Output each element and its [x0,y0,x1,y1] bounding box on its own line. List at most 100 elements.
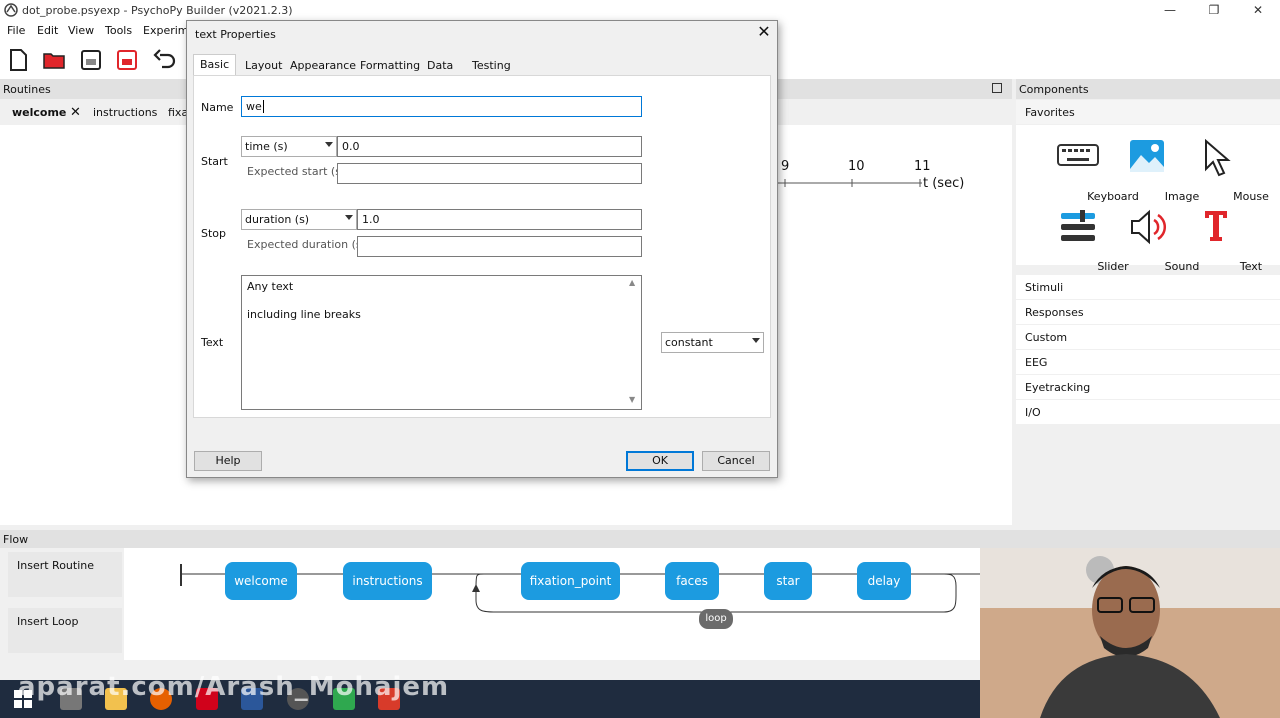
watermark-logo: aparat.com/Arash_Mohajem [18,672,450,702]
flow-node-faces[interactable]: faces [665,562,719,600]
component-image[interactable]: Image [1112,139,1199,203]
close-tab-icon[interactable]: ✕ [70,105,81,120]
component-sound[interactable]: Sound [1112,209,1199,273]
flow-node-fixation-point[interactable]: fixation_point [521,562,620,600]
dialog-close-icon[interactable]: ✕ [755,24,773,42]
name-input[interactable]: we [241,96,642,117]
menu-view[interactable]: View [68,24,94,37]
name-label: Name [201,101,234,114]
timeline-tick-11: 11 [914,159,931,174]
text-label: Text [1239,260,1263,273]
tab-formatting[interactable]: Formatting [354,56,426,76]
tab-layout[interactable]: Layout [239,56,288,76]
menu-file[interactable]: File [7,24,25,37]
start-type-select[interactable]: time (s) [241,136,337,157]
flow-buttons: Insert Routine Insert Loop [0,548,124,660]
stop-value-input[interactable]: 1.0 [357,209,642,230]
component-keyboard[interactable]: Keyboard [1043,139,1139,203]
chevron-down-icon [752,338,760,343]
keyboard-icon [1057,144,1099,166]
text-textarea[interactable]: Any text including line breaks ▲ ▼ [241,275,642,410]
menu-tools[interactable]: Tools [105,24,132,37]
timeline-tick-10: 10 [848,159,865,174]
text-properties-dialog: text Properties ✕ Basic Layout Appearanc… [186,20,778,478]
name-input-value: we [246,100,262,113]
timeline-axis-label: t (sec) [923,176,965,191]
tab-appearance[interactable]: Appearance [284,56,362,76]
routines-header-label: Routines [3,83,51,96]
text-line-1: Any text [247,280,294,293]
mouse-icon [1205,139,1231,177]
text-cursor [262,100,264,113]
save-as-icon[interactable] [114,47,140,73]
favorites-label: Favorites [1025,106,1075,119]
components-panel: Components Favorites Keyboard Image Mous… [1016,79,1280,525]
scroll-up-icon[interactable]: ▲ [629,278,635,287]
save-icon[interactable] [78,47,104,73]
help-button[interactable]: Help [194,451,262,471]
insert-routine-button[interactable]: Insert Routine [8,552,122,597]
component-text[interactable]: Text [1181,209,1262,273]
category-custom[interactable]: Custom [1016,325,1280,350]
mouse-label: Mouse [1233,190,1269,203]
component-mouse[interactable]: Mouse [1181,139,1269,203]
undo-icon[interactable] [152,47,178,73]
stop-label: Stop [201,227,227,240]
stop-type-select[interactable]: duration (s) [241,209,357,230]
close-window-icon[interactable]: ✕ [1236,0,1280,21]
responses-label: Responses [1025,306,1084,319]
custom-label: Custom [1025,331,1068,344]
maximize-pane-icon[interactable] [992,83,1002,93]
textarea-scrollbar[interactable]: ▲ ▼ [625,276,641,409]
category-stimuli[interactable]: Stimuli [1016,275,1280,300]
component-slider[interactable]: Slider [1043,209,1129,273]
category-eeg[interactable]: EEG [1016,350,1280,375]
category-favorites[interactable]: Favorites [1016,100,1280,125]
cancel-button[interactable]: Cancel [702,451,770,471]
eeg-label: EEG [1025,356,1048,369]
components-header: Components [1016,79,1280,99]
expected-duration-input[interactable] [357,236,642,257]
io-label: I/O [1025,406,1041,419]
open-folder-icon[interactable] [41,47,67,73]
eyetracking-label: Eyetracking [1025,381,1091,394]
category-eyetracking[interactable]: Eyetracking [1016,375,1280,400]
minimize-icon[interactable]: — [1148,0,1192,21]
tab-instructions[interactable]: instructions [93,106,157,119]
category-io[interactable]: I/O [1016,400,1280,425]
favorites-grid: Keyboard Image Mouse Slider Sound Text [1016,125,1280,273]
start-label: Start [201,155,228,168]
flow-node-welcome[interactable]: welcome [225,562,297,600]
dialog-title: text Properties [195,28,276,41]
tab-welcome[interactable]: welcome [12,106,66,119]
menu-edit[interactable]: Edit [37,24,58,37]
new-file-icon[interactable] [5,47,31,73]
chevron-down-icon [345,215,353,220]
window-title: dot_probe.psyexp - PsychoPy Builder (v20… [22,4,293,17]
scroll-down-icon[interactable]: ▼ [629,395,635,404]
timeline-tick-9: 9 [781,159,790,174]
presenter-video [980,548,1280,718]
tab-data[interactable]: Data [421,56,459,76]
webcam-overlay [980,548,1280,718]
start-value-input[interactable]: 0.0 [337,136,642,157]
tab-testing[interactable]: Testing [466,56,517,76]
insert-loop-button[interactable]: Insert Loop [8,608,122,653]
ok-button[interactable]: OK [626,451,694,471]
image-icon [1130,140,1164,172]
text-update-select[interactable]: constant [661,332,764,353]
expected-start-input[interactable] [337,163,642,184]
tab-basic[interactable]: Basic [193,54,237,76]
loop-label[interactable]: loop [699,609,733,629]
text-icon [1205,211,1227,241]
window-titlebar: dot_probe.psyexp - PsychoPy Builder (v20… [0,0,1280,21]
text-update-value: constant [665,336,713,349]
flow-node-delay[interactable]: delay [857,562,911,600]
stop-type-value: duration (s) [245,213,310,226]
start-type-value: time (s) [245,140,288,153]
category-responses[interactable]: Responses [1016,300,1280,325]
stimuli-label: Stimuli [1025,281,1064,294]
flow-node-star[interactable]: star [764,562,812,600]
flow-node-instructions[interactable]: instructions [343,562,432,600]
restore-icon[interactable]: ❐ [1192,0,1236,21]
